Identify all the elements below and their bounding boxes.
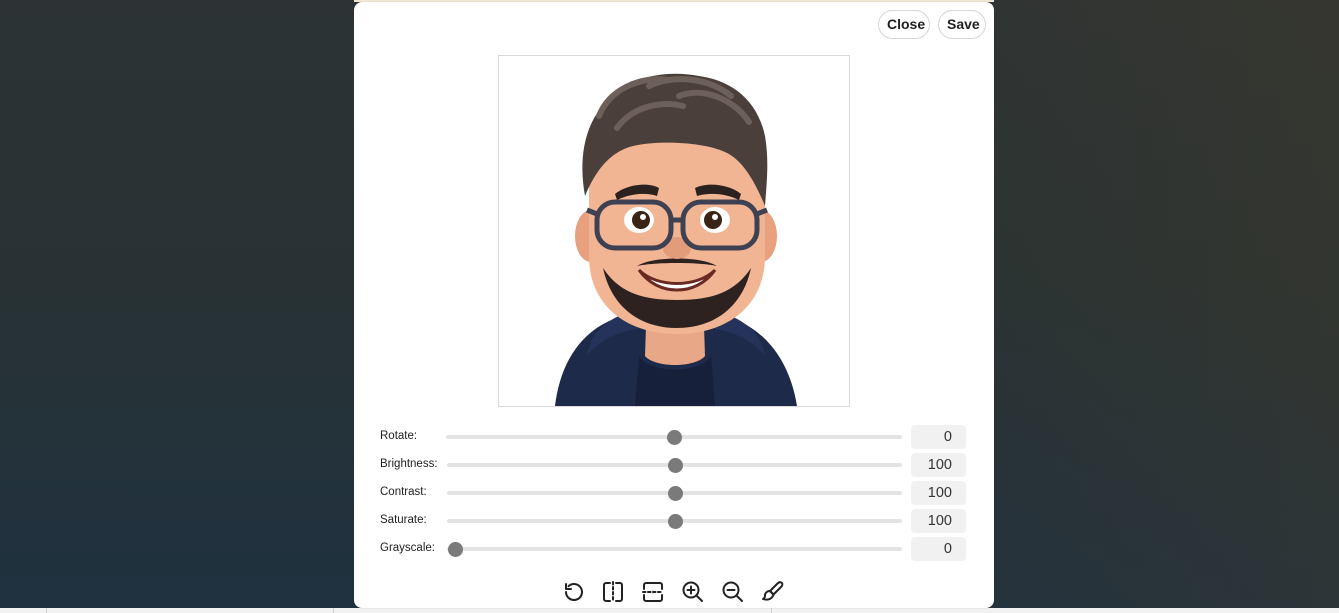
slider-thumb[interactable] [667,430,682,445]
slider-thumb[interactable] [667,486,683,501]
editor-toolbar [560,579,790,605]
rotate-left-button[interactable] [560,579,586,605]
save-button[interactable]: Save [938,10,986,39]
zoom-out-button[interactable] [720,579,746,605]
close-button[interactable]: Close [878,10,930,39]
adjustment-label: Rotate: [380,430,418,442]
brush-button[interactable] [760,579,786,605]
adjustment-row: Saturate: 100 [380,509,966,533]
adjustment-row: Brightness: 100 [380,453,966,477]
slider-thumb[interactable] [667,458,683,473]
avatar-image [555,73,797,406]
adjustment-label: Grayscale: [380,542,435,554]
adjustment-row: Contrast: 100 [380,481,966,505]
zoom-in-icon [682,581,703,602]
flip-vertical-icon [642,582,664,602]
rotate-left-icon [565,583,583,601]
brush-icon [762,581,784,601]
adjustment-value-input[interactable]: 0 [911,537,966,561]
adjustment-row: Rotate: 0 [380,425,966,449]
adjustment-value-input[interactable]: 100 [911,509,966,533]
image-preview [498,55,850,407]
adjustment-label: Contrast: [380,486,427,498]
adjustment-value-input[interactable]: 100 [911,481,966,505]
slider-thumb[interactable] [667,514,683,529]
zoom-out-icon [722,581,743,602]
adjustment-value-input[interactable]: 0 [911,425,966,449]
adjustment-label: Saturate: [380,514,427,526]
page-bottom-strip [0,608,1339,613]
slider-thumb[interactable] [448,542,463,557]
adjustment-row: Grayscale: 0 [380,537,966,561]
flip-vertical-button[interactable] [640,579,666,605]
zoom-in-button[interactable] [680,579,706,605]
adjustment-label: Brightness: [380,458,438,470]
adjustment-value-input[interactable]: 100 [911,453,966,477]
image-editor-modal: Close Save Rotate: 0 Brightness: 100 Con… [354,2,994,608]
slider-track[interactable] [447,547,902,551]
flip-horizontal-icon [603,581,623,603]
flip-horizontal-button[interactable] [600,579,626,605]
